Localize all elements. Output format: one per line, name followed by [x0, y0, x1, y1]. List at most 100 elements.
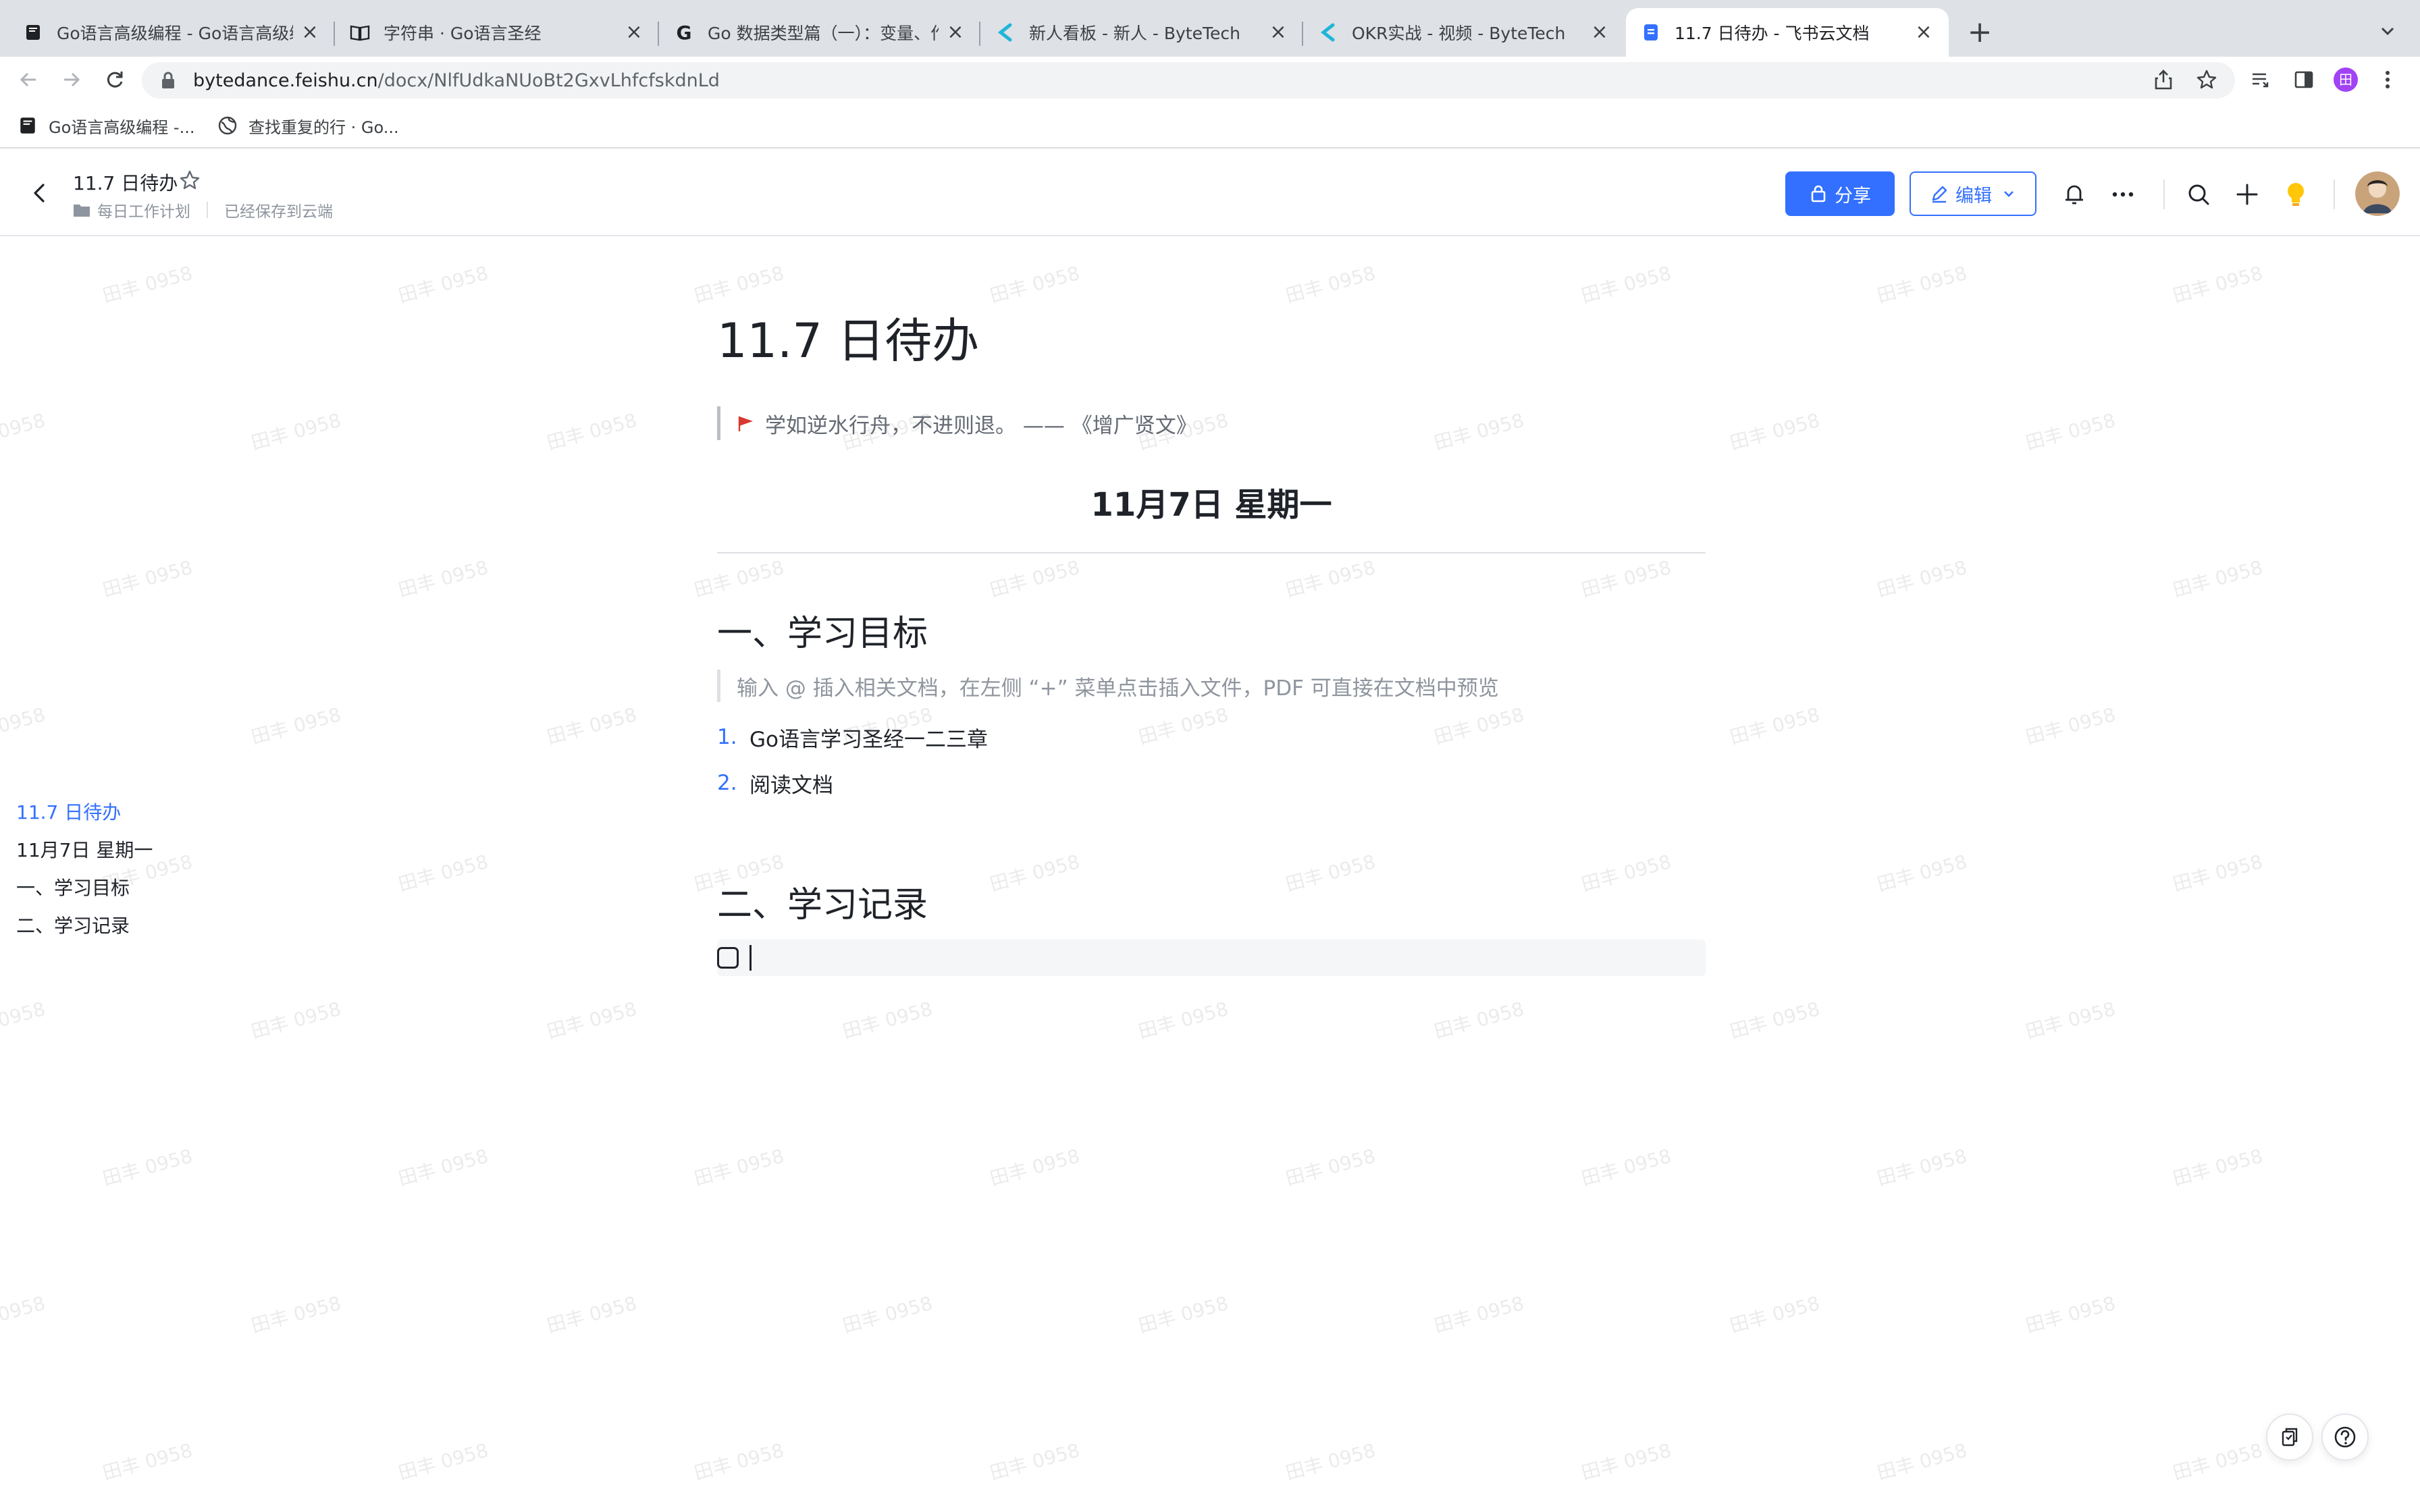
list-item[interactable]: 1. Go语言学习圣经一二三章	[717, 714, 988, 760]
close-icon[interactable]: ×	[1589, 22, 1610, 43]
watermark-text: 田丰 0958	[987, 850, 1082, 896]
placeholder-hint[interactable]: 输入 @ 插入相关文档，在左侧 “+” 菜单点击插入文件，PDF 可直接在文档中…	[717, 670, 1499, 702]
watermark-text: 田丰 0958	[691, 556, 787, 602]
watermark-text: 田丰 0958	[2170, 261, 2265, 308]
book-icon	[23, 22, 43, 43]
todo-block[interactable]	[717, 940, 1706, 976]
quote-text: 学如逆水行舟，不进则退。 —— 《增广贤文》	[765, 413, 1197, 438]
close-icon[interactable]: ×	[300, 22, 320, 43]
watermark-text: 田丰 0958	[1874, 1144, 1970, 1191]
side-panel-icon[interactable]	[2292, 68, 2316, 92]
lightbulb-icon[interactable]	[2282, 181, 2309, 208]
url-path: /docx/NlfUdkaNUoBt2GxvLhfcfskdnLd	[377, 70, 720, 91]
reading-list-icon[interactable]	[2248, 68, 2273, 92]
watermark-text: 田丰 0958	[2170, 1438, 2265, 1485]
save-status: 已经保存到云端	[224, 203, 333, 221]
watermark-text: 田丰 0958	[2170, 850, 2265, 896]
close-icon[interactable]: ×	[1268, 22, 1288, 43]
watermark-text: 田丰 0958	[396, 556, 491, 602]
date-heading[interactable]: 11月7日 星期一	[717, 478, 1706, 525]
todo-checkbox[interactable]	[717, 947, 739, 969]
watermark-text: 田丰 0958	[544, 1291, 639, 1338]
watermark-text: 田丰 0958	[2170, 1144, 2265, 1191]
outline-item-date[interactable]: 11月7日 星期一	[16, 838, 153, 876]
plus-icon[interactable]	[2234, 181, 2261, 208]
outline-item-section2[interactable]: 二、学习记录	[16, 914, 153, 952]
more-vert-icon[interactable]	[2375, 68, 2400, 92]
close-icon[interactable]: ×	[1914, 22, 1934, 43]
search-icon[interactable]	[2185, 181, 2212, 208]
outline-item-section1[interactable]: 一、学习目标	[16, 876, 153, 914]
watermark-text: 田丰 0958	[248, 1291, 344, 1338]
watermark-text: 田丰 0958	[0, 703, 48, 749]
watermark-text: 田丰 0958	[2023, 703, 2118, 749]
watermark-text: 田丰 0958	[100, 1144, 195, 1191]
new-tab-button[interactable]: +	[1964, 16, 1996, 49]
forward-arrow-icon[interactable]	[58, 66, 85, 93]
watermark-text: 田丰 0958	[0, 1291, 48, 1337]
outline-item-title[interactable]: 11.7 日待办	[16, 801, 153, 838]
chevron-down-icon[interactable]	[2374, 18, 2401, 45]
more-horizontal-icon[interactable]	[2109, 181, 2136, 208]
watermark-text: 田丰 0958	[987, 261, 1082, 308]
profile-avatar[interactable]: 田	[2334, 68, 2358, 92]
watermark-text: 田丰 0958	[100, 261, 195, 308]
list-text: Go语言学习圣经一二三章	[749, 727, 988, 752]
browser-tab-active[interactable]: 11.7 日待办 - 飞书云文档 ×	[1626, 8, 1949, 57]
help-button[interactable]	[2321, 1413, 2369, 1461]
reload-icon[interactable]	[101, 66, 128, 93]
watermark-text: 田丰 0958	[987, 556, 1082, 602]
tab-title: Go 数据类型篇（一）：变量、作	[708, 24, 939, 43]
bookmark-item[interactable]: Go语言高级编程 -...	[18, 112, 194, 139]
lock-icon	[1811, 185, 1826, 202]
watermark-text: 田丰 0958	[691, 1144, 787, 1191]
watermark-text: 田丰 0958	[1874, 556, 1970, 602]
address-bar[interactable]: bytedance.feishu.cn/docx/NlfUdkaNUoBt2Gx…	[142, 62, 2235, 99]
folder-link[interactable]: 每日工作计划	[97, 198, 190, 221]
help-circle-icon	[2334, 1426, 2356, 1448]
watermark-text: 田丰 0958	[1727, 408, 1822, 455]
watermark-text: 田丰 0958	[248, 703, 344, 749]
user-avatar[interactable]	[2355, 171, 2400, 216]
close-icon[interactable]: ×	[945, 22, 966, 43]
list-number: 2.	[717, 771, 737, 795]
bookmark-label: Go语言高级编程 -...	[49, 117, 195, 137]
g-logo-icon: G	[676, 21, 692, 44]
profile-initial: 田	[2339, 72, 2352, 88]
watermark-text: 田丰 0958	[2170, 556, 2265, 602]
watermark-text: 田丰 0958	[1136, 1291, 1231, 1338]
bell-icon[interactable]	[2061, 181, 2088, 208]
share-button[interactable]: 分享	[1785, 171, 1895, 216]
watermark-text: 田丰 0958	[2023, 1291, 2118, 1338]
edit-label: 编辑	[1955, 185, 1992, 207]
watermark-text: 田丰 0958	[1431, 703, 1527, 749]
document-copy-icon	[2282, 1428, 2298, 1447]
watermark-text: 田丰 0958	[1283, 1144, 1378, 1191]
share-page-icon[interactable]	[2151, 68, 2176, 92]
browser-tab[interactable]: OKR实战 - 视频 - ByteTech ×	[1303, 8, 1625, 57]
bookmark-item[interactable]: 查找重复的行 · Go...	[217, 112, 399, 139]
section-heading-records[interactable]: 二、学习记录	[717, 876, 928, 927]
close-icon[interactable]: ×	[624, 22, 644, 43]
doc-info-button[interactable]	[2266, 1413, 2313, 1461]
document-outline: 11.7 日待办 11月7日 星期一 一、学习目标 二、学习记录	[16, 801, 153, 952]
browser-tab[interactable]: 字符串 · Go语言圣经 ×	[335, 8, 659, 57]
watermark-text: 田丰 0958	[544, 408, 639, 455]
browser-tab[interactable]: 新人看板 - 新人 - ByteTech ×	[980, 8, 1303, 57]
watermark-text: 田丰 0958	[2023, 408, 2118, 455]
watermark-text: 田丰 0958	[248, 997, 344, 1044]
page-title[interactable]: 11.7 日待办	[717, 310, 979, 371]
list-item[interactable]: 2. 阅读文档	[717, 760, 988, 806]
edit-mode-button[interactable]: 编辑	[1910, 171, 2036, 216]
bookmark-label: 查找重复的行 · Go...	[248, 117, 399, 137]
section-heading-goals[interactable]: 一、学习目标	[717, 605, 928, 655]
quote-block[interactable]: 学如逆水行舟，不进则退。 —— 《增广贤文》	[717, 406, 1197, 440]
doc-title-header[interactable]: 11.7 日待办	[73, 169, 178, 196]
browser-tab[interactable]: G Go 数据类型篇（一）：变量、作 ×	[659, 8, 980, 57]
bookmark-star-icon[interactable]	[2194, 68, 2219, 92]
watermark-text: 田丰 0958	[1136, 997, 1231, 1044]
back-arrow-icon[interactable]	[15, 66, 42, 93]
star-icon[interactable]	[178, 169, 201, 192]
back-chevron-icon[interactable]	[26, 180, 53, 207]
browser-tab[interactable]: Go语言高级编程 - Go语言高级编 ×	[8, 8, 335, 57]
